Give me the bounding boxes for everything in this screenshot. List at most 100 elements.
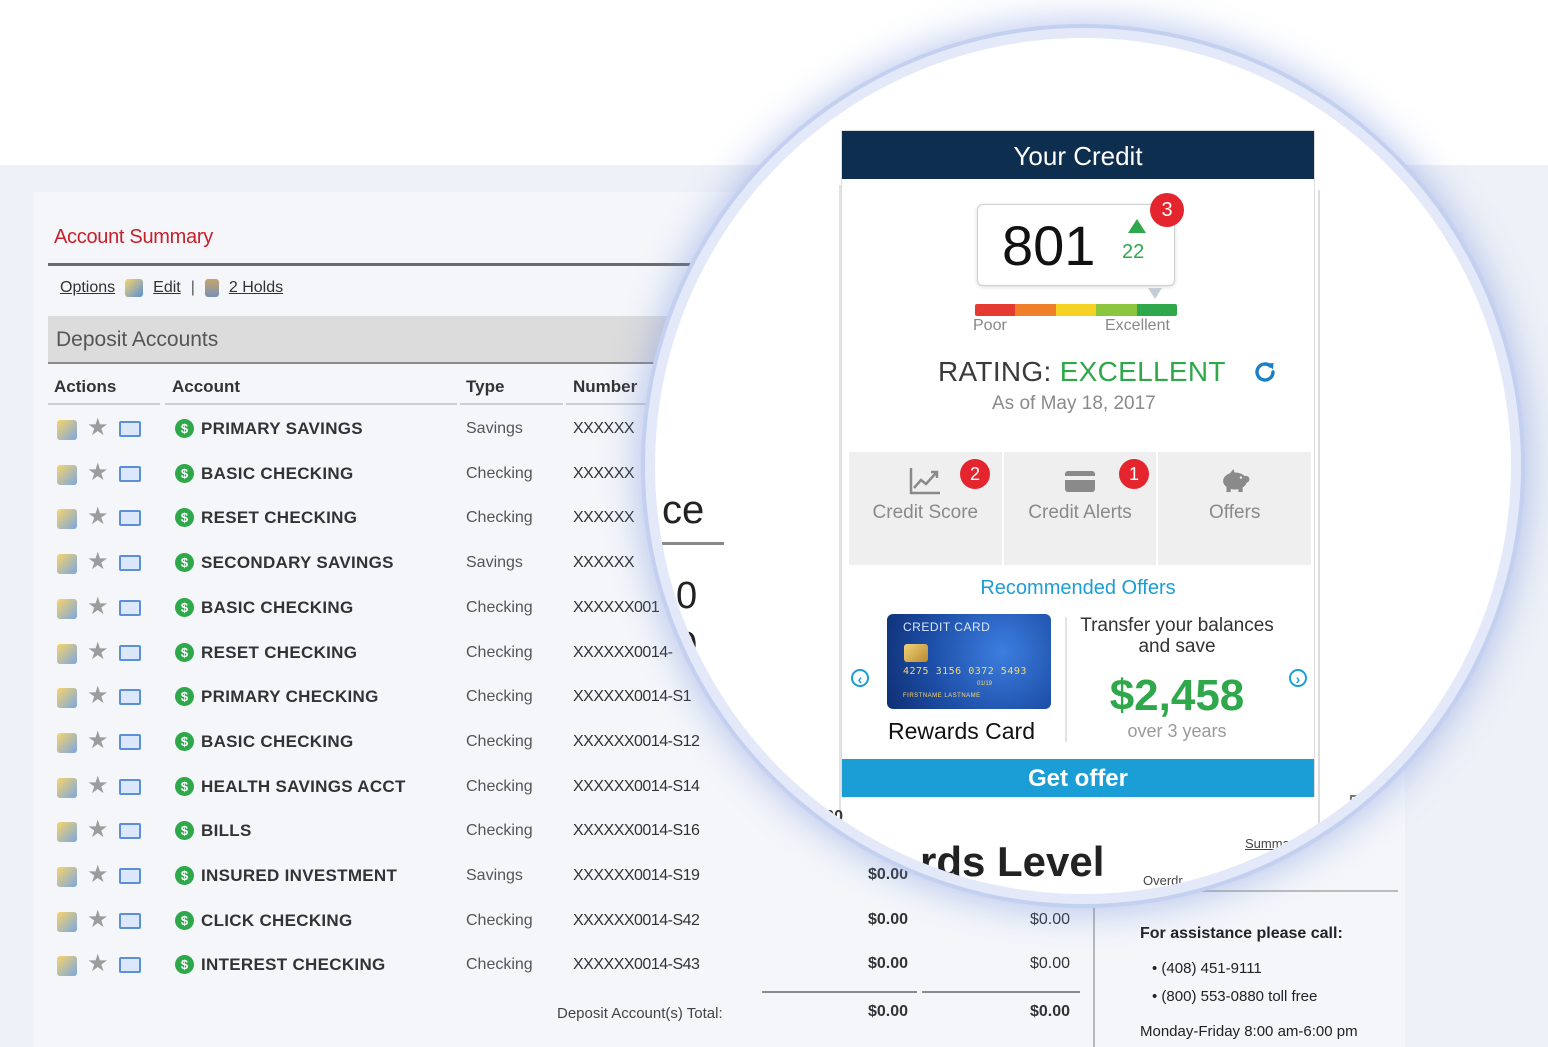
- mail-icon[interactable]: [119, 421, 141, 437]
- table-row[interactable]: ★ $ BASIC CHECKING Checking XXXXXX0014-S12: [48, 728, 728, 773]
- star-icon[interactable]: ★: [87, 639, 109, 664]
- credit-card-image[interactable]: CREDIT CARD 4275 3156 0372 5493 01/19 FI…: [887, 614, 1051, 709]
- star-icon[interactable]: ★: [87, 818, 109, 842]
- checkbox-icon[interactable]: [1350, 795, 1368, 813]
- table-row[interactable]: ★ $ INTEREST CHECKING Checking XXXXXX0014-S4…: [48, 952, 1070, 996]
- edit-icon[interactable]: [125, 279, 144, 297]
- mail-icon[interactable]: [119, 644, 141, 661]
- edit-icon[interactable]: [57, 598, 77, 619]
- notification-badge[interactable]: 2: [960, 459, 990, 489]
- magnified-link[interactable]: Overdr: [1143, 873, 1183, 888]
- table-row[interactable]: ★ $ PRIMARY SAVINGS Savings XXXXXX: [48, 416, 728, 460]
- offer-card-name[interactable]: Rewards Card: [888, 718, 1035, 745]
- table-row[interactable]: ★ $ HEALTH SAVINGS ACCT Checking XXXXXX0014-…: [48, 773, 728, 818]
- edit-icon[interactable]: [57, 688, 77, 709]
- notification-badge[interactable]: 1: [1119, 459, 1149, 489]
- column-header-number[interactable]: Number: [573, 377, 637, 397]
- account-name[interactable]: HEALTH SAVINGS ACCT: [201, 777, 406, 797]
- chevron-right-icon[interactable]: ›: [1289, 669, 1307, 687]
- phone-number[interactable]: (408) 451-9111: [1161, 960, 1261, 977]
- account-name[interactable]: SECONDARY SAVINGS: [201, 553, 394, 573]
- star-icon[interactable]: ★: [87, 728, 109, 753]
- assistance-hours: Monday-Friday 8:00 am-6:00 pm: [1140, 1023, 1358, 1040]
- credit-gauge: [975, 304, 1177, 316]
- options-link[interactable]: Options: [60, 279, 115, 297]
- edit-icon[interactable]: [57, 554, 77, 575]
- mail-icon[interactable]: [119, 465, 141, 482]
- table-row[interactable]: ★ $ SECONDARY SAVINGS Savings XXXXXX: [48, 550, 728, 594]
- dollar-icon: $: [175, 463, 194, 483]
- mail-icon[interactable]: [119, 778, 141, 795]
- star-icon[interactable]: ★: [87, 684, 109, 708]
- edit-icon[interactable]: [57, 732, 77, 753]
- mail-icon[interactable]: [119, 823, 141, 840]
- mail-icon[interactable]: [119, 957, 141, 974]
- account-name[interactable]: INTEREST CHECKING: [201, 955, 386, 975]
- star-icon[interactable]: ★: [87, 460, 109, 485]
- account-name[interactable]: BILLS: [201, 821, 252, 841]
- account-name[interactable]: RESET CHECKING: [201, 643, 357, 663]
- magnified-link[interactable]: Summary: [1262, 854, 1318, 869]
- mail-icon[interactable]: [119, 555, 141, 572]
- star-icon[interactable]: ★: [87, 952, 109, 976]
- column-header-type[interactable]: Type: [466, 377, 504, 397]
- account-name[interactable]: BASIC CHECKING: [201, 732, 354, 752]
- mail-icon[interactable]: [119, 599, 141, 616]
- table-row[interactable]: ★ $ PRIMARY CHECKING Checking XXXXXX0014-S1: [48, 684, 728, 728]
- table-row[interactable]: ★ $ RESET CHECKING Checking XXXXXX0014-: [48, 639, 728, 684]
- table-row[interactable]: ★ $ INSURED INVESTMENT Savings XXXXXX0014-S1…: [48, 863, 1070, 907]
- recommended-offers-title[interactable]: Recommended Offers: [842, 577, 1314, 600]
- gauge-segment: [1055, 304, 1097, 316]
- edit-link[interactable]: Edit: [153, 279, 181, 297]
- table-row[interactable]: ★ $ BASIC CHECKING Checking XXXXXX: [48, 460, 728, 505]
- mail-icon[interactable]: [119, 868, 141, 884]
- deposit-accounts-header[interactable]: Deposit Accounts: [48, 316, 724, 364]
- edit-icon[interactable]: [57, 509, 77, 530]
- account-name[interactable]: PRIMARY CHECKING: [201, 687, 379, 707]
- magnified-link[interactable]: Summary: [1245, 836, 1301, 851]
- edit-icon[interactable]: [57, 643, 77, 664]
- edit-icon[interactable]: [57, 777, 77, 798]
- mail-icon[interactable]: [119, 912, 141, 929]
- mail-icon[interactable]: [119, 733, 141, 750]
- mail-icon[interactable]: [119, 689, 141, 706]
- account-name[interactable]: INSURED INVESTMENT: [201, 866, 397, 886]
- star-icon[interactable]: ★: [87, 594, 109, 619]
- star-icon[interactable]: ★: [87, 773, 109, 798]
- nav-tile-offers[interactable]: Offers: [1158, 452, 1311, 565]
- edit-icon[interactable]: [57, 420, 77, 440]
- holds-link[interactable]: 2 Holds: [229, 279, 283, 297]
- account-type: Checking: [466, 688, 533, 706]
- star-icon[interactable]: ★: [87, 505, 109, 529]
- offer-amount: $2,458: [1109, 671, 1245, 720]
- notification-badge[interactable]: 3: [1150, 193, 1184, 227]
- account-name[interactable]: PRIMARY SAVINGS: [201, 419, 363, 439]
- star-icon[interactable]: ★: [87, 863, 109, 887]
- phone-number[interactable]: (800) 553-0880 toll free: [1161, 988, 1317, 1005]
- star-icon[interactable]: ★: [87, 550, 109, 574]
- credit-score-box[interactable]: 801 22: [977, 204, 1175, 286]
- assistance-phone[interactable]: • (408) 451-9111: [1152, 960, 1262, 977]
- edit-icon[interactable]: [57, 464, 77, 485]
- table-row[interactable]: ★ $ CLICK CHECKING Checking XXXXXX0014-S42 $0…: [48, 907, 1070, 952]
- chevron-left-icon[interactable]: ‹: [851, 669, 869, 687]
- star-icon[interactable]: ★: [87, 416, 109, 440]
- table-row[interactable]: ★ $ RESET CHECKING Checking XXXXXX: [48, 505, 728, 549]
- edit-icon[interactable]: [57, 867, 77, 887]
- account-name[interactable]: BASIC CHECKING: [201, 464, 354, 484]
- get-offer-button[interactable]: Get offer: [842, 759, 1314, 797]
- star-icon[interactable]: ★: [87, 907, 109, 932]
- table-row[interactable]: ★ $ BILLS Checking XXXXXX0014-S16: [48, 818, 728, 862]
- account-name[interactable]: RESET CHECKING: [201, 508, 357, 528]
- edit-icon[interactable]: [57, 956, 77, 977]
- edit-icon[interactable]: [57, 911, 77, 932]
- refresh-icon[interactable]: [1252, 359, 1278, 385]
- assistance-phone[interactable]: • (800) 553-0880 toll free: [1152, 988, 1317, 1005]
- hourglass-icon[interactable]: [204, 279, 219, 297]
- mail-icon[interactable]: [119, 510, 141, 527]
- edit-icon[interactable]: [57, 822, 77, 843]
- account-name[interactable]: BASIC CHECKING: [201, 598, 354, 618]
- column-header-account[interactable]: Account: [172, 377, 240, 397]
- table-row[interactable]: ★ $ BASIC CHECKING Checking XXXXXX001: [48, 594, 728, 639]
- account-name[interactable]: CLICK CHECKING: [201, 911, 353, 931]
